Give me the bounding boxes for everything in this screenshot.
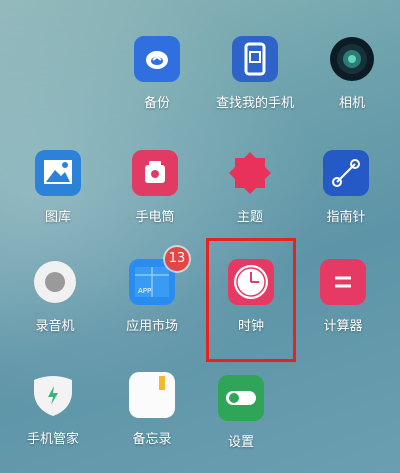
clock-highlight-box	[206, 238, 296, 362]
app-calculator-label: 计算器	[323, 319, 363, 334]
app-memo[interactable]: 备忘录	[102, 372, 202, 447]
gallery-icon	[35, 150, 81, 196]
app-app-store[interactable]: APP 13 应用市场	[102, 247, 202, 334]
calculator-icon	[320, 259, 366, 305]
theme-icon	[227, 150, 273, 196]
svg-text:APP: APP	[138, 287, 151, 295]
app-theme-label: 主题	[236, 210, 263, 225]
shield-icon	[30, 372, 76, 418]
find-phone-icon	[232, 36, 278, 82]
notification-badge: 13	[165, 247, 189, 271]
app-compass-label: 指南针	[326, 210, 366, 225]
app-flashlight[interactable]: 手电筒	[105, 150, 205, 225]
toggle-icon	[218, 375, 264, 421]
app-find-phone[interactable]: 查找我的手机	[205, 36, 305, 111]
app-settings[interactable]: 设置	[191, 375, 291, 450]
app-phone-manager[interactable]: 手机管家	[3, 372, 103, 447]
app-find-phone-label: 查找我的手机	[215, 96, 294, 111]
app-phone-manager-label: 手机管家	[26, 432, 79, 447]
app-calculator[interactable]: 计算器	[293, 259, 393, 334]
flashlight-icon	[132, 150, 178, 196]
app-backup[interactable]: 备份	[107, 36, 207, 111]
compass-icon	[323, 150, 369, 196]
app-backup-label: 备份	[143, 96, 170, 111]
app-gallery-label: 图库	[44, 210, 71, 225]
cloud-icon	[134, 36, 180, 82]
app-app-store-label: 应用市场	[125, 319, 178, 334]
app-recorder-label: 录音机	[35, 319, 75, 334]
app-compass[interactable]: 指南针	[296, 150, 396, 225]
app-store-icon: APP 13	[129, 247, 189, 305]
app-camera[interactable]: 相机	[302, 36, 400, 111]
app-camera-label: 相机	[338, 96, 365, 111]
app-memo-label: 备忘录	[132, 432, 172, 447]
app-flashlight-label: 手电筒	[135, 210, 175, 225]
camera-lens-icon	[329, 36, 375, 82]
app-theme[interactable]: 主题	[200, 150, 300, 225]
app-settings-label: 设置	[227, 435, 254, 450]
recorder-icon	[32, 259, 78, 305]
memo-icon	[129, 372, 175, 418]
app-gallery[interactable]: 图库	[8, 150, 108, 225]
app-recorder[interactable]: 录音机	[5, 259, 105, 334]
